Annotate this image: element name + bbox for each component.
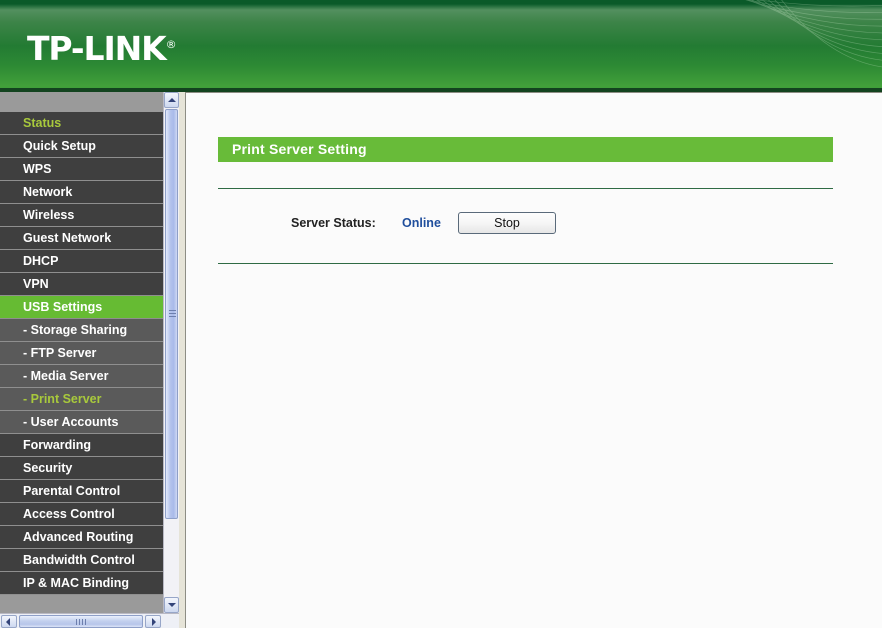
sidebar-item-status[interactable]: Status: [0, 112, 163, 135]
sidebar-item-wps[interactable]: WPS: [0, 158, 163, 181]
stop-button[interactable]: Stop: [458, 212, 556, 234]
sidebar-item-label: USB Settings: [23, 300, 103, 314]
sidebar-item-user-accounts[interactable]: - User Accounts: [0, 411, 163, 434]
scroll-down-arrow-icon[interactable]: [164, 597, 179, 613]
frame-divider: [179, 92, 186, 628]
sidebar-frame: Status Quick Setup WPS Network Wireless Guest…: [0, 92, 179, 628]
vertical-scroll-thumb[interactable]: [165, 109, 178, 519]
sidebar-item-dhcp[interactable]: DHCP: [0, 250, 163, 273]
scroll-right-arrow-icon[interactable]: [145, 615, 161, 628]
divider-bottom: [218, 263, 833, 264]
sidebar-item-label: VPN: [23, 277, 49, 291]
sidebar-item-label: - User Accounts: [23, 415, 119, 429]
sidebar-item-media-server[interactable]: - Media Server: [0, 365, 163, 388]
sidebar-item-vpn[interactable]: VPN: [0, 273, 163, 296]
sidebar-item-access-control[interactable]: Access Control: [0, 503, 163, 526]
panel-title-bar: Print Server Setting: [218, 137, 833, 162]
tplink-logo: TP-LINK®: [27, 32, 177, 65]
horizontal-scroll-thumb[interactable]: [19, 615, 143, 628]
sidebar-item-label: - Media Server: [23, 369, 109, 383]
sidebar-item-bandwidth-control[interactable]: Bandwidth Control: [0, 549, 163, 572]
sidebar-item-label: IP & MAC Binding: [23, 576, 130, 590]
sidebar-item-parental-control[interactable]: Parental Control: [0, 480, 163, 503]
chevron-down-icon: [167, 603, 176, 607]
sidebar-item-label: - FTP Server: [23, 346, 97, 360]
sidebar-item-network[interactable]: Network: [0, 181, 163, 204]
sidebar-item-wireless[interactable]: Wireless: [0, 204, 163, 227]
trademark-symbol: ®: [165, 38, 177, 51]
scroll-up-arrow-icon[interactable]: [164, 92, 179, 108]
sidebar-item-ip-mac-binding[interactable]: IP & MAC Binding: [0, 572, 163, 595]
sidebar-item-storage-sharing[interactable]: - Storage Sharing: [0, 319, 163, 342]
sidebar-item-security[interactable]: Security: [0, 457, 163, 480]
sidebar-horizontal-scrollbar[interactable]: [0, 613, 179, 628]
sidebar-item-forwarding[interactable]: Forwarding: [0, 434, 163, 457]
sidebar-item-label: DHCP: [23, 254, 59, 268]
sidebar-item-label: Guest Network: [23, 231, 112, 245]
body-area: Status Quick Setup WPS Network Wireless Guest…: [0, 92, 882, 628]
scroll-grip-icon: [76, 619, 87, 625]
page-header: TP-LINK®: [0, 0, 882, 92]
sidebar-item-label: Forwarding: [23, 438, 92, 452]
header-swoosh-decoration: [745, 0, 882, 68]
sidebar-vertical-scrollbar[interactable]: [163, 92, 179, 613]
sidebar-item-label: Network: [23, 185, 73, 199]
scroll-grip-icon: [169, 310, 176, 318]
sidebar-item-label: Advanced Routing: [23, 530, 134, 544]
sidebar-item-advanced-routing[interactable]: Advanced Routing: [0, 526, 163, 549]
brand-name: TP-LINK: [27, 29, 167, 68]
scroll-left-arrow-icon[interactable]: [1, 615, 17, 628]
menu-top-padding: [0, 92, 163, 112]
chevron-left-icon: [6, 617, 10, 626]
sidebar-item-quick-setup[interactable]: Quick Setup: [0, 135, 163, 158]
sidebar-item-print-server[interactable]: - Print Server: [0, 388, 163, 411]
sidebar-item-label: - Storage Sharing: [23, 323, 128, 337]
sidebar-item-label: Wireless: [23, 208, 75, 222]
sidebar-item-label: Security: [23, 461, 73, 475]
sidebar-item-label: - Print Server: [23, 392, 102, 406]
sidebar-item-label: Bandwidth Control: [23, 553, 135, 567]
server-status-row: Server Status: Online Stop: [186, 211, 882, 239]
sidebar-item-label: Access Control: [23, 507, 115, 521]
server-status-value: Online: [402, 216, 441, 230]
sidebar-item-usb-settings[interactable]: USB Settings: [0, 296, 163, 319]
sidebar-item-ftp-server[interactable]: - FTP Server: [0, 342, 163, 365]
page-title: Print Server Setting: [232, 141, 367, 157]
sidebar-item-label: Quick Setup: [23, 139, 96, 153]
sidebar-item-label: Status: [23, 116, 62, 130]
content-pane: Print Server Setting Server Status: Onli…: [186, 92, 882, 628]
server-status-label: Server Status:: [291, 216, 376, 230]
sidebar-item-guest-network[interactable]: Guest Network: [0, 227, 163, 250]
sidebar-item-label: WPS: [23, 162, 52, 176]
sidebar-item-label: Parental Control: [23, 484, 121, 498]
chevron-right-icon: [152, 617, 156, 626]
divider-top: [218, 188, 833, 189]
sidebar-menu: Status Quick Setup WPS Network Wireless Guest…: [0, 112, 163, 595]
chevron-up-icon: [167, 98, 176, 102]
